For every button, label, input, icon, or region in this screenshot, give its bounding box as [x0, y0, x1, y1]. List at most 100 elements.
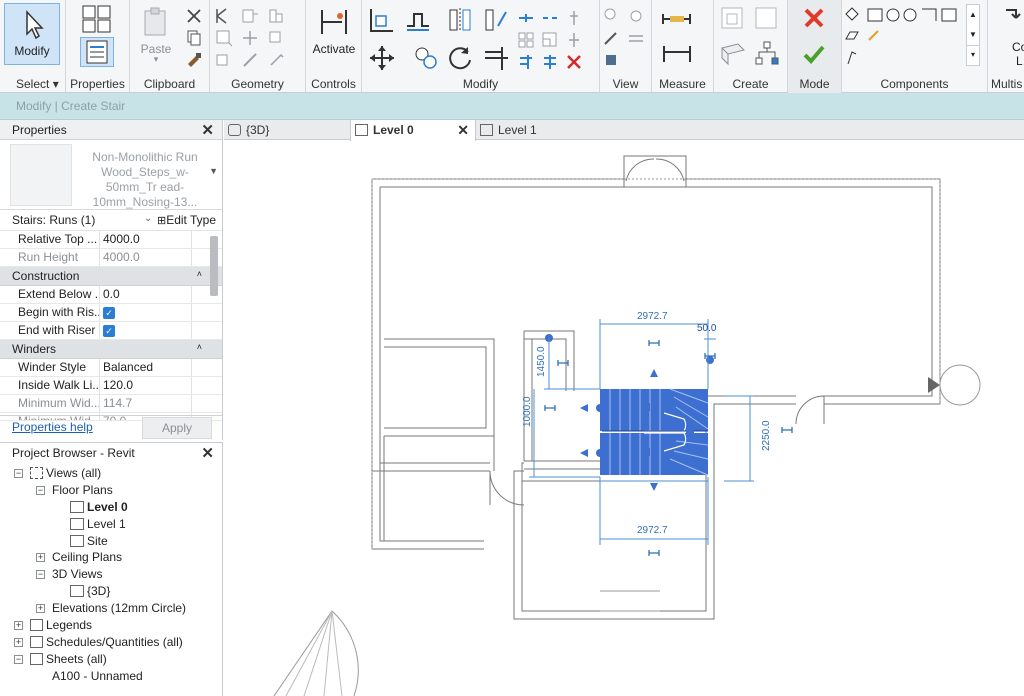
grip-dot[interactable] [706, 356, 714, 364]
pin-icon[interactable] [564, 8, 584, 28]
collapse-icon[interactable]: − [14, 655, 23, 664]
expand-icon[interactable]: + [14, 621, 23, 630]
beam-join-icon[interactable] [240, 50, 260, 70]
close-icon[interactable]: ✕ [457, 120, 469, 140]
array-icon[interactable] [516, 30, 536, 50]
checkbox-checked-icon[interactable]: ✓ [103, 325, 115, 337]
tab-level-1[interactable]: Level 1 [476, 120, 586, 140]
prop-row[interactable]: Minimum Wid... 114.7 [0, 395, 222, 413]
tree-sheets[interactable]: Sheets (all) [30, 651, 107, 667]
copy-element-icon[interactable] [412, 44, 440, 72]
tree-schedules[interactable]: Schedules/Quantities (all) [30, 634, 183, 650]
paste-button[interactable]: Paste ▾ [134, 4, 178, 66]
run-icon[interactable] [844, 6, 860, 22]
collapse-icon[interactable]: − [14, 469, 23, 478]
dim-offset[interactable]: 50.0 [697, 323, 717, 334]
mirror-axis-icon[interactable] [446, 6, 474, 34]
aligned-dimension-icon[interactable] [660, 40, 696, 66]
grip-arrow-up[interactable] [650, 369, 658, 377]
prop-value[interactable]: Balanced [100, 359, 192, 376]
lock-icon[interactable] [648, 550, 660, 556]
select-dropdown[interactable]: Select ▾ [0, 77, 65, 91]
prop-value[interactable]: ✓ [100, 304, 192, 321]
tree-views-all[interactable]: Views (all) [30, 465, 101, 481]
prop-value[interactable]: 120.0 [100, 377, 192, 394]
prop-row[interactable]: Extend Below ... 0.0 [0, 286, 222, 304]
category-winders[interactable]: Winders ˄ [0, 340, 222, 359]
grip-square[interactable] [686, 426, 694, 434]
prop-value[interactable]: 4000.0 [100, 231, 192, 248]
prop-row[interactable]: End with Riser ✓ [0, 322, 222, 340]
floor-plan-drawing[interactable]: 2972.7 2972.7 50.0 1450.0 1000.0 2250.0 [224, 141, 1024, 696]
demolish-icon[interactable] [214, 50, 234, 70]
grip-arrow-left[interactable] [580, 449, 588, 457]
prop-row[interactable]: Inside Walk Li... 120.0 [0, 377, 222, 395]
tree-3d-views[interactable]: 3D Views [52, 566, 102, 582]
dim-bottom-width[interactable]: 2972.7 [637, 525, 668, 536]
tree-3d-view[interactable]: {3D} [70, 583, 110, 599]
collapse-icon[interactable]: − [36, 570, 45, 579]
tree-floor-plans[interactable]: Floor Plans [52, 482, 113, 498]
grip-dot[interactable] [596, 404, 604, 412]
scale-icon[interactable] [540, 30, 560, 50]
linework-icon[interactable] [602, 28, 622, 48]
type-selector[interactable]: Non-Monolithic Run Wood_Steps_w-50mm_Tr … [0, 140, 222, 210]
tree-level-1[interactable]: Level 1 [70, 516, 126, 532]
expand-icon[interactable]: + [36, 604, 45, 613]
lock-icon[interactable] [648, 340, 660, 346]
pick-icon[interactable] [266, 50, 286, 70]
edit-type-button[interactable]: ⊞Edit Type [157, 213, 216, 227]
prop-row[interactable]: Begin with Ris... ✓ [0, 304, 222, 322]
properties-button[interactable] [80, 37, 114, 67]
category-construction[interactable]: Construction ˄ [0, 267, 222, 286]
checkbox-checked-icon[interactable]: ✓ [103, 307, 115, 319]
offset-icon[interactable] [404, 6, 432, 34]
align-icon[interactable] [368, 6, 396, 34]
create-similar-icon[interactable] [752, 38, 782, 68]
properties-help-link[interactable]: Properties help [12, 420, 93, 434]
join-geometry-icon[interactable] [266, 6, 286, 26]
tab-level-0[interactable]: Level 0 ✕ [350, 120, 476, 141]
move-icon[interactable] [368, 44, 396, 72]
collapse-icon[interactable]: − [36, 486, 45, 495]
match-properties-icon[interactable] [184, 50, 204, 70]
mirror-draw-icon[interactable] [482, 6, 510, 34]
grip-arrow-left[interactable] [580, 404, 588, 412]
landing-icon[interactable] [844, 28, 860, 44]
expand-icon[interactable]: + [14, 638, 23, 647]
sketch-icon[interactable] [866, 28, 882, 44]
paint-icon[interactable] [266, 28, 286, 48]
tree-elevations[interactable]: Elevations (12mm Circle) [52, 600, 186, 616]
delete-icon[interactable] [564, 52, 584, 72]
trim-multiple-icon[interactable] [540, 52, 560, 72]
run-types-gallery-icon[interactable] [866, 6, 962, 24]
copy-icon[interactable] [184, 28, 204, 48]
gallery-up-icon[interactable]: ▲ [967, 5, 979, 25]
connect-levels-icon[interactable] [1002, 6, 1022, 30]
dim-top-width[interactable]: 2972.7 [637, 311, 668, 322]
cut-geometry-icon[interactable] [240, 6, 260, 26]
grip-square[interactable] [642, 448, 650, 456]
elevation-marker[interactable] [928, 364, 981, 406]
trim-extend-icon[interactable] [482, 44, 510, 72]
support-icon[interactable] [844, 50, 860, 66]
grip-arrow-down[interactable] [650, 483, 658, 491]
prop-row[interactable]: Winder Style Balanced [0, 359, 222, 377]
type-properties-icon[interactable] [80, 4, 114, 34]
split-face-icon[interactable] [214, 28, 234, 48]
collapse-icon[interactable]: ˄ [197, 338, 202, 356]
dim-run-gap[interactable]: 1000.0 [522, 396, 533, 427]
collapse-icon[interactable]: ˄ [197, 265, 202, 283]
prop-row[interactable]: Run Height 4000.0 [0, 249, 222, 267]
properties-scrollbar[interactable] [210, 236, 218, 296]
dim-right-height[interactable]: 2250.0 [761, 420, 772, 451]
tab-3d[interactable]: {3D} [224, 120, 334, 140]
gallery-expand-icon[interactable]: ▾ [967, 45, 979, 64]
wall-joins-icon[interactable] [240, 28, 260, 48]
prop-value[interactable]: 0.0 [100, 286, 192, 303]
gallery-down-icon[interactable]: ▼ [967, 25, 979, 45]
view-tools-icon[interactable] [626, 6, 646, 26]
instance-filter[interactable]: Stairs: Runs (1) [12, 213, 95, 227]
stair-run-upper[interactable] [600, 389, 708, 431]
create-group-icon[interactable] [718, 38, 748, 68]
